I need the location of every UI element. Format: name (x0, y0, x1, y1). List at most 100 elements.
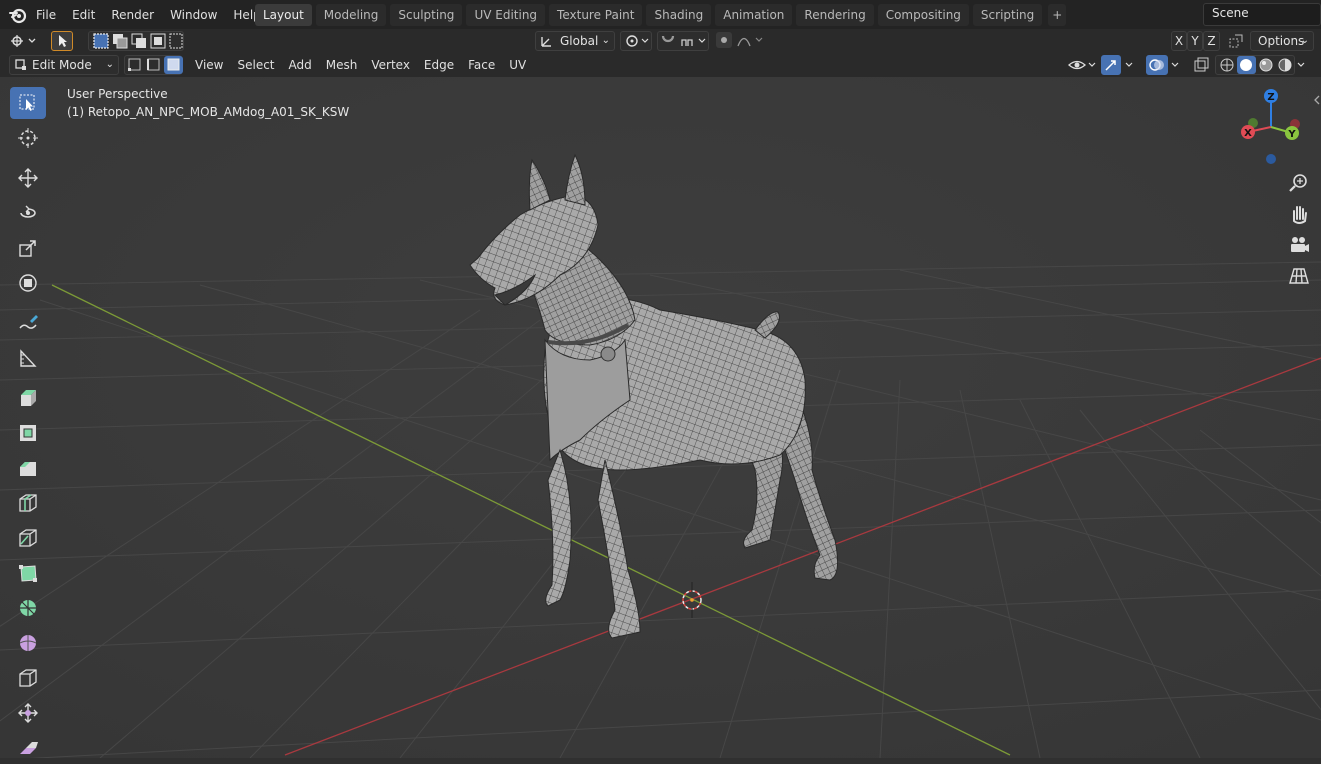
chevron-down-icon[interactable] (1123, 56, 1137, 74)
shading-modes (1215, 55, 1295, 75)
options-dropdown[interactable]: Options ⌄ (1250, 31, 1314, 51)
tool-select-box[interactable] (10, 87, 46, 119)
scene-name-field[interactable]: Scene (1203, 3, 1321, 26)
sidebar-toggle-icon[interactable] (1311, 93, 1321, 107)
tool-extrude[interactable] (10, 382, 46, 414)
menu-render[interactable]: Render (103, 8, 162, 22)
chevron-down-icon[interactable] (1169, 56, 1183, 74)
snapping-group (657, 31, 709, 51)
perspective-label: User Perspective (67, 87, 168, 101)
chevron-down-icon: ⌄ (601, 35, 610, 46)
visibility-dropdown[interactable] (1066, 56, 1098, 74)
options-label: Options (1258, 34, 1305, 48)
smooth-icon (19, 635, 37, 651)
tool-spin[interactable] (10, 592, 46, 624)
pivot-point-dropdown[interactable] (620, 31, 652, 51)
tool-poly-build[interactable] (10, 557, 46, 589)
tool-cursor[interactable] (10, 122, 46, 154)
face-select-icon[interactable] (167, 58, 180, 71)
gizmo-neg-z-icon (1266, 154, 1276, 164)
material-shading-icon[interactable] (1259, 58, 1273, 72)
3d-viewport[interactable]: User Perspective (1) Retopo_AN_NPC_MOB_A… (0, 77, 1321, 758)
menu-face[interactable]: Face (461, 58, 502, 72)
tab-modeling[interactable]: Modeling (315, 4, 387, 26)
editor-type-button[interactable] (7, 31, 40, 51)
tab-sculpting[interactable]: Sculpting (390, 4, 463, 26)
gizmo-toggle[interactable] (1101, 55, 1121, 75)
tool-scale[interactable] (10, 232, 46, 264)
tool-annotate[interactable] (10, 307, 46, 339)
tab-rendering[interactable]: Rendering (796, 4, 874, 26)
tool-smooth[interactable] (10, 627, 46, 659)
tab-compositing[interactable]: Compositing (877, 4, 969, 26)
pan-hand-icon[interactable] (1286, 201, 1312, 227)
snap-magnet-icon[interactable] (658, 32, 710, 50)
tool-rotate[interactable] (10, 197, 46, 229)
tab-animation[interactable]: Animation (715, 4, 793, 26)
tool-knife[interactable] (10, 522, 46, 554)
active-object-label: (1) Retopo_AN_NPC_MOB_AMdog_A01_SK_KSW (67, 105, 350, 119)
menu-window[interactable]: Window (162, 8, 225, 22)
tab-shading[interactable]: Shading (646, 4, 712, 26)
solid-shading-icon[interactable] (1240, 59, 1252, 71)
perspective-toggle-icon[interactable] (1286, 263, 1312, 289)
overlays-toggle[interactable] (1146, 55, 1168, 75)
xray-icon[interactable] (1192, 56, 1210, 74)
menu-edit[interactable]: Edit (64, 8, 103, 22)
mirror-z-toggle[interactable]: Z (1203, 31, 1220, 51)
shrink-fatten-icon (18, 703, 38, 723)
tool-inset[interactable] (10, 417, 46, 449)
edge-select-icon[interactable] (147, 58, 160, 71)
viewport-canvas[interactable] (0, 77, 1321, 758)
vertex-select-icon[interactable] (128, 58, 141, 71)
tool-bevel[interactable] (10, 452, 46, 484)
tool-shrink-fatten[interactable] (10, 697, 46, 729)
menu-file[interactable]: File (28, 8, 64, 22)
select-mode-toggles (124, 55, 183, 75)
tab-scripting[interactable]: Scripting (972, 4, 1043, 26)
shear-icon (20, 742, 38, 754)
tool-measure[interactable] (10, 342, 46, 374)
menu-mesh[interactable]: Mesh (319, 58, 365, 72)
selection-modes-icon[interactable] (89, 32, 185, 50)
mode-dropdown[interactable]: Edit Mode ⌄ (9, 55, 119, 75)
tool-transform[interactable] (10, 267, 46, 299)
viewport-header: Edit Mode ⌄ View Select Add Mesh Vertex … (0, 53, 1321, 77)
scene-name: Scene (1212, 6, 1249, 20)
mirror-y-toggle[interactable]: Y (1187, 31, 1203, 51)
tool-loop-cut[interactable] (10, 487, 46, 519)
zoom-icon[interactable] (1286, 170, 1312, 196)
tab-layout[interactable]: Layout (255, 4, 312, 26)
tool-move[interactable] (10, 162, 46, 194)
tab-uv-editing[interactable]: UV Editing (466, 4, 546, 26)
annotate-icon (19, 315, 38, 329)
menu-uv[interactable]: UV (502, 58, 533, 72)
tab-texture-paint[interactable]: Texture Paint (549, 4, 643, 26)
menu-add[interactable]: Add (282, 58, 319, 72)
selection-mode-group (88, 31, 184, 51)
tool-shear[interactable] (10, 732, 46, 764)
transform-orientation-dropdown[interactable]: Global ⌄ (535, 31, 615, 51)
auto-merge-icon[interactable] (1227, 32, 1245, 50)
chevron-down-icon: ⌄ (1300, 35, 1309, 46)
poly-build-icon (19, 565, 37, 582)
camera-view-icon[interactable] (1286, 232, 1312, 258)
menu-select[interactable]: Select (230, 58, 281, 72)
menu-vertex[interactable]: Vertex (364, 58, 417, 72)
tool-edge-slide[interactable] (10, 662, 46, 694)
active-tool-button[interactable] (51, 31, 73, 51)
wireframe-shading-icon[interactable] (1220, 58, 1234, 72)
add-workspace-button[interactable]: + (1048, 4, 1067, 26)
chevron-down-icon[interactable] (1295, 56, 1309, 74)
mirror-x-toggle[interactable]: X (1171, 31, 1187, 51)
proportional-edit-icon[interactable] (714, 31, 766, 49)
menu-view[interactable]: View (188, 58, 230, 72)
menu-edge[interactable]: Edge (417, 58, 461, 72)
overlays-icon (1149, 59, 1164, 71)
blender-logo-icon[interactable] (8, 5, 28, 25)
gizmo-z-label: Z (1267, 92, 1274, 103)
navigation-gizmo[interactable]: Z Y X (1230, 87, 1310, 167)
loop-cut-icon (19, 494, 37, 512)
rendered-shading-icon[interactable] (1278, 58, 1292, 72)
gizmo-icon (1105, 60, 1116, 71)
